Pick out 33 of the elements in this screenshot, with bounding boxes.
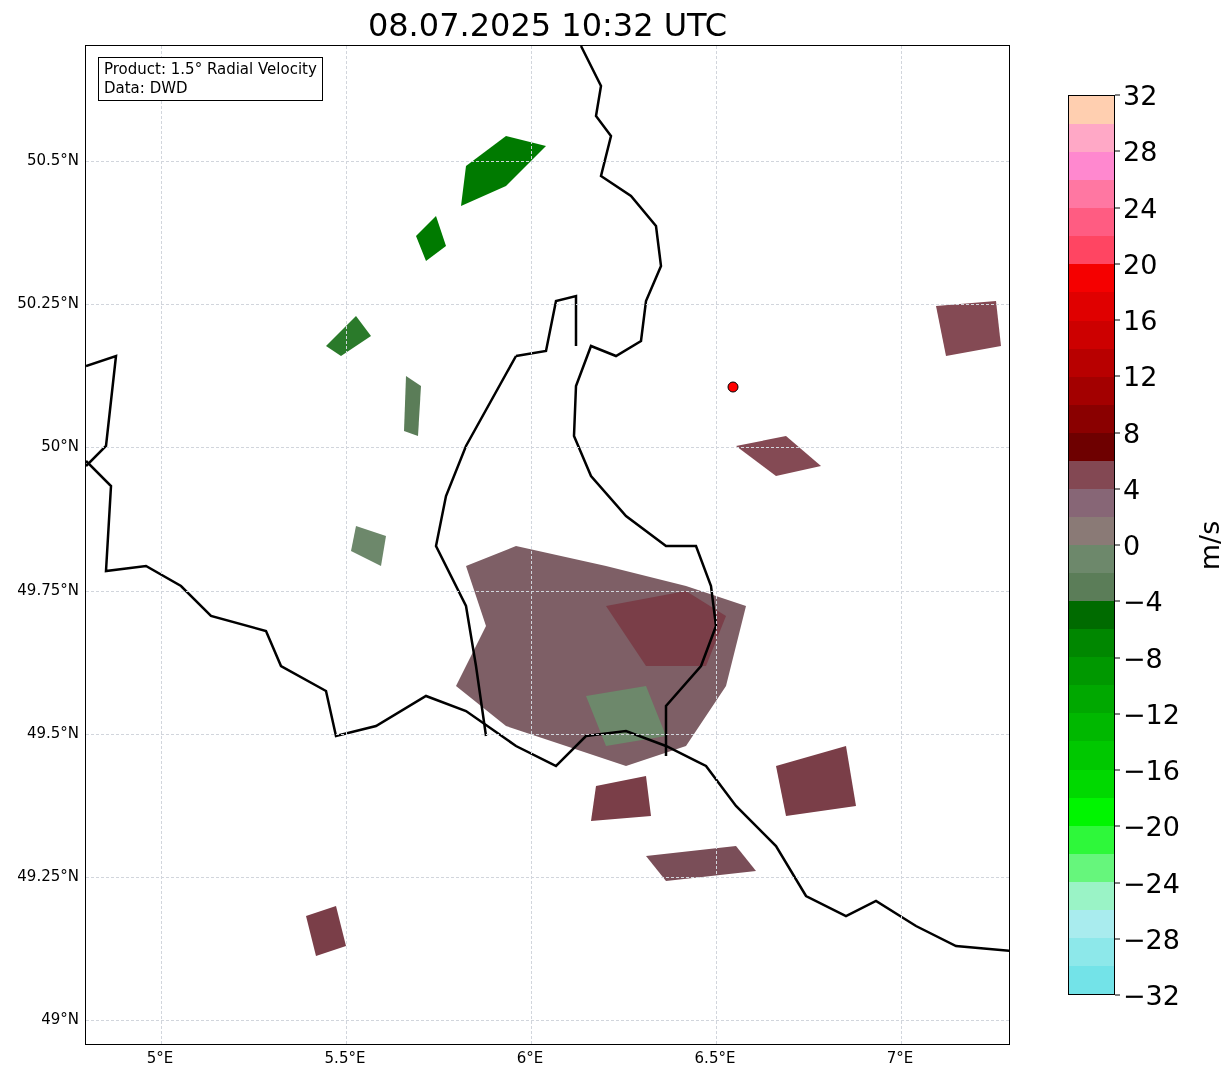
colorbar-tick-label: 4 xyxy=(1123,475,1141,503)
info-text: Data: DWD xyxy=(104,79,189,98)
info-text: Product: 1.5° Radial Velocity xyxy=(104,60,317,79)
colorbar-tick-label: −28 xyxy=(1123,925,1180,953)
colorbar-tick-label: 28 xyxy=(1123,137,1158,165)
longitude-label: 6°E xyxy=(516,1051,544,1066)
colorbar-tick-label: −24 xyxy=(1123,869,1180,896)
colorbar-tick-label: −16 xyxy=(1123,756,1180,784)
colorbar-tick-label: 0 xyxy=(1123,531,1141,559)
latitude-label: 50.5°N xyxy=(26,152,79,168)
colorbar-label: m/s xyxy=(1196,520,1224,570)
colorbar-tick-label: 16 xyxy=(1123,306,1158,334)
colorbar-tick-label: −12 xyxy=(1123,700,1180,728)
colorbar-tick-label: 8 xyxy=(1123,419,1141,446)
longitude-label: 7°E xyxy=(886,1051,914,1066)
colorbar-tick-label: 24 xyxy=(1123,194,1158,221)
longitude-label: 5°E xyxy=(146,1051,174,1066)
latitude-label: 49.5°N xyxy=(26,725,79,741)
colorbar-tick-label: −4 xyxy=(1123,587,1163,615)
colorbar-tick-label: 32 xyxy=(1123,81,1158,109)
chart-title: 08.07.2025 10:32 UTC xyxy=(367,5,728,45)
colorbar-tick-label: −20 xyxy=(1123,812,1180,840)
colorbar-tick-label: 20 xyxy=(1123,250,1158,278)
longitude-label: 6.5°E xyxy=(694,1051,736,1066)
colorbar-tick-label: 12 xyxy=(1123,362,1158,390)
latitude-label: 50.25°N xyxy=(17,295,79,311)
latitude-label: 49°N xyxy=(41,1011,79,1027)
latitude-label: 50°N xyxy=(41,438,79,454)
colorbar-tick-label: −32 xyxy=(1123,981,1180,1009)
latitude-label: 49.25°N xyxy=(17,868,79,884)
longitude-label: 5.5°E xyxy=(324,1051,366,1066)
latitude-label: 49.75°N xyxy=(17,582,79,598)
colorbar-tick-label: −8 xyxy=(1123,644,1163,671)
